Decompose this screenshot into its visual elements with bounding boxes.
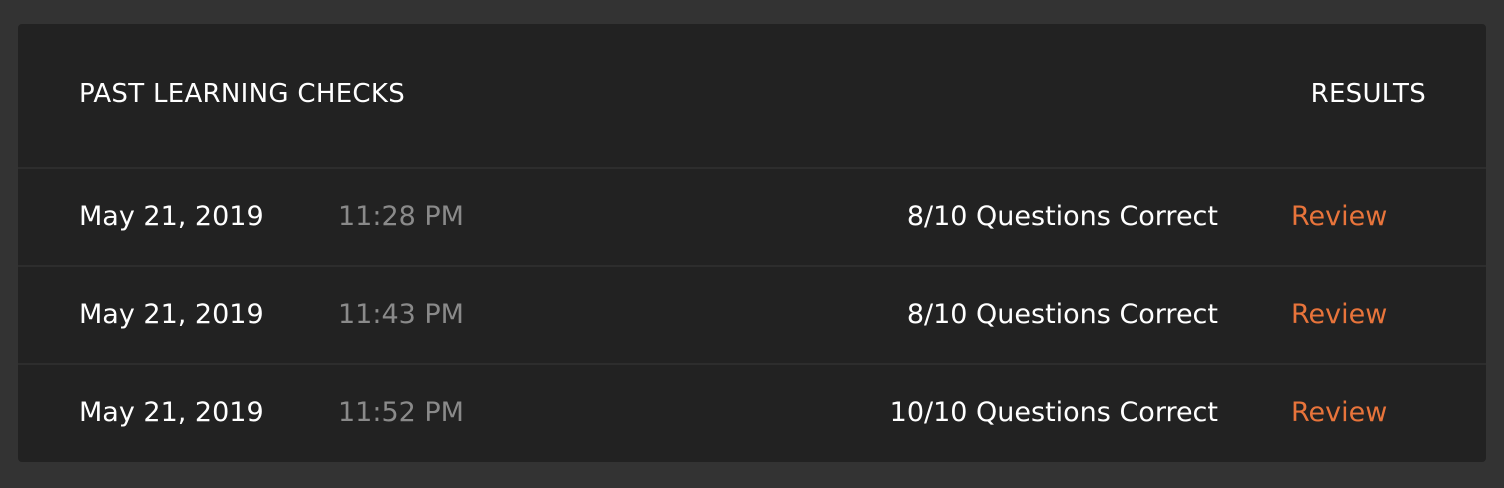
check-score: 8/10 Questions Correct	[906, 201, 1218, 232]
table-row: May 21, 2019 11:52 PM 10/10 Questions Co…	[18, 365, 1486, 463]
review-link[interactable]: Review	[1291, 299, 1387, 330]
check-date: May 21, 2019	[79, 201, 264, 232]
results-column-header: RESULTS	[1310, 79, 1426, 109]
panel-header: PAST LEARNING CHECKS RESULTS	[18, 24, 1486, 169]
review-link[interactable]: Review	[1291, 397, 1387, 428]
table-row: May 21, 2019 11:28 PM 8/10 Questions Cor…	[18, 169, 1486, 267]
check-time: 11:52 PM	[338, 397, 464, 428]
check-score: 8/10 Questions Correct	[906, 299, 1218, 330]
review-link[interactable]: Review	[1291, 201, 1387, 232]
past-learning-checks-panel: PAST LEARNING CHECKS RESULTS May 21, 201…	[18, 24, 1486, 462]
check-date: May 21, 2019	[79, 397, 264, 428]
check-date: May 21, 2019	[79, 299, 264, 330]
check-score: 10/10 Questions Correct	[889, 397, 1218, 428]
check-time: 11:43 PM	[338, 299, 464, 330]
check-time: 11:28 PM	[338, 201, 464, 232]
panel-title: PAST LEARNING CHECKS	[79, 79, 406, 109]
table-row: May 21, 2019 11:43 PM 8/10 Questions Cor…	[18, 267, 1486, 365]
